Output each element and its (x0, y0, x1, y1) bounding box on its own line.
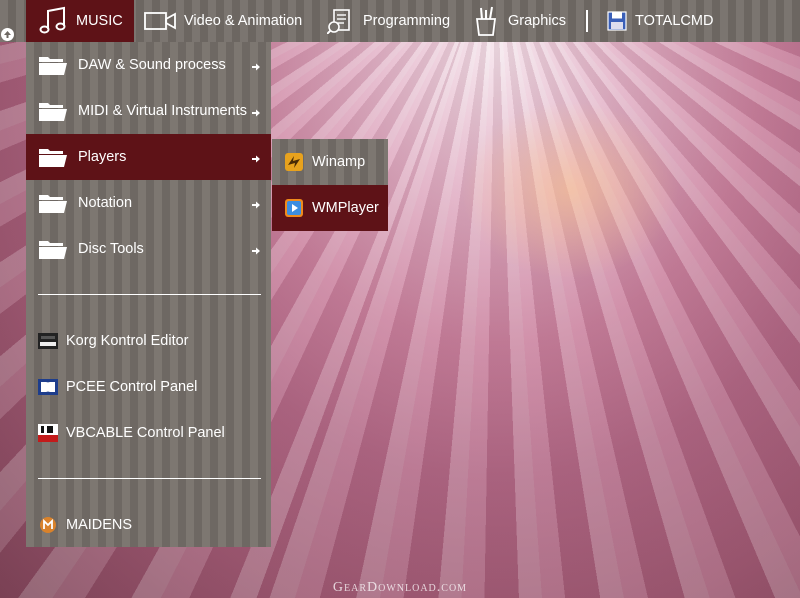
folder-icon (38, 192, 68, 214)
app-item-label: MAIDENS (66, 517, 133, 533)
folder-icon (38, 100, 68, 122)
submenu-arrow-icon (251, 244, 261, 255)
menu-item-label: Players (78, 149, 127, 165)
top-menu-totalcmd-label: TOTALCMD (635, 13, 714, 29)
top-menu-graphics[interactable]: Graphics (474, 0, 566, 42)
brush-cup-icon (474, 5, 498, 37)
menu-item-disc-tools[interactable]: Disc Tools (26, 226, 271, 272)
menu-item-korg-kontrol-editor[interactable]: Korg Kontrol Editor (26, 321, 271, 361)
app-item-label: PCEE Control Panel (66, 379, 198, 395)
music-note-icon (36, 4, 70, 38)
folder-icon (38, 54, 68, 76)
folder-icon (38, 238, 68, 260)
menu-item-label: MIDI & Virtual Instruments (78, 103, 247, 119)
menu-item-vbcable-control-panel[interactable]: VBCABLE Control Panel (26, 413, 271, 453)
folder-icon (38, 146, 68, 168)
wmplayer-icon (284, 198, 304, 218)
menu-item-notation[interactable]: Notation (26, 180, 271, 226)
menu-item-midi[interactable]: MIDI & Virtual Instruments (26, 88, 271, 134)
vb-audio-icon (38, 423, 58, 443)
top-menu-video-label: Video & Animation (184, 13, 303, 29)
players-submenu: Winamp WMPlayer (272, 139, 388, 231)
submenu-arrow-icon (251, 198, 261, 209)
top-menu-bar: MUSIC Video & Animation Programming Grap… (0, 0, 800, 42)
submenu-item-label: Winamp (312, 154, 366, 170)
video-camera-icon (144, 11, 176, 31)
top-menu-programming[interactable]: Programming (327, 0, 450, 42)
top-menu-totalcmd[interactable]: TOTALCMD (607, 0, 713, 42)
floppy-disk-icon (607, 11, 627, 31)
top-menu-video[interactable]: Video & Animation (144, 0, 302, 42)
up-arrow-icon[interactable] (1, 28, 14, 41)
top-menu-music[interactable]: MUSIC (26, 0, 134, 42)
menu-item-label: Disc Tools (78, 241, 144, 257)
menu-divider (38, 478, 261, 479)
programming-icon (327, 8, 353, 34)
menu-item-label: Notation (78, 195, 133, 211)
submenu-arrow-icon (251, 106, 261, 117)
submenu-item-winamp[interactable]: Winamp (272, 139, 388, 185)
app-item-label: VBCABLE Control Panel (66, 425, 225, 441)
dolby-icon (38, 377, 58, 397)
watermark: GearDownload.com (332, 580, 468, 595)
maidens-icon (38, 515, 58, 535)
app-item-label: Korg Kontrol Editor (66, 333, 189, 349)
menu-divider (38, 294, 261, 295)
wallpaper-glow (460, 100, 680, 280)
submenu-arrow-icon (251, 152, 261, 163)
top-menu-music-label: MUSIC (76, 13, 123, 29)
menu-item-label: DAW & Sound process (78, 57, 226, 73)
submenu-item-wmplayer[interactable]: WMPlayer (272, 185, 388, 231)
submenu-arrow-icon (251, 60, 261, 71)
top-menu-graphics-label: Graphics (508, 13, 567, 29)
menu-item-players[interactable]: Players (26, 134, 271, 180)
music-dropdown-menu: DAW & Sound process MIDI & Virtual Instr… (26, 42, 271, 547)
korg-editor-icon (38, 331, 58, 351)
menu-item-maidens[interactable]: MAIDENS (26, 505, 271, 545)
winamp-icon (284, 152, 304, 172)
submenu-item-label: WMPlayer (312, 200, 379, 216)
menu-item-daw[interactable]: DAW & Sound process (26, 42, 271, 88)
top-menu-separator (586, 10, 588, 32)
menu-item-pcee-control-panel[interactable]: PCEE Control Panel (26, 367, 271, 407)
top-menu-programming-label: Programming (363, 13, 451, 29)
